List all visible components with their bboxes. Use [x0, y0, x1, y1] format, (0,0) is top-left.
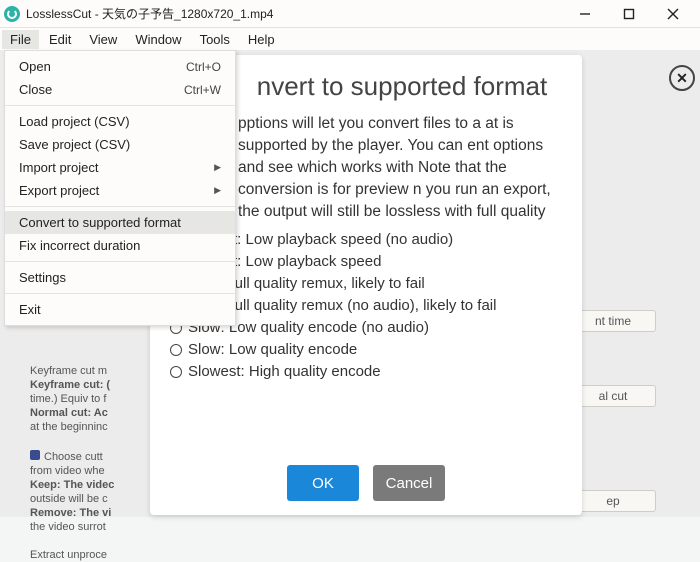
menu-import-project[interactable]: Import project▶	[5, 156, 235, 179]
menu-help[interactable]: Help	[240, 30, 283, 49]
option-slow[interactable]: Slow: Low quality encode	[170, 339, 582, 361]
menu-settings[interactable]: Settings	[5, 266, 235, 289]
bg-text-2: Choose cutt from video whe Keep: The vid…	[30, 450, 150, 562]
minimize-button[interactable]	[570, 4, 600, 24]
option-slowest[interactable]: Slowest: High quality encode	[170, 361, 582, 383]
menu-separator	[5, 105, 235, 106]
menu-fix-duration[interactable]: Fix incorrect duration	[5, 234, 235, 257]
window-controls	[570, 4, 696, 24]
menu-edit[interactable]: Edit	[41, 30, 79, 49]
cancel-button[interactable]: Cancel	[373, 465, 445, 501]
menu-separator	[5, 293, 235, 294]
menu-window[interactable]: Window	[127, 30, 189, 49]
menu-convert-format[interactable]: Convert to supported format	[5, 211, 235, 234]
dialog-close-button[interactable]: ✕	[669, 65, 695, 91]
radio-icon	[170, 344, 182, 356]
menu-separator	[5, 206, 235, 207]
menu-tools[interactable]: Tools	[192, 30, 238, 49]
window-title: LosslessCut - 天気の子予告_1280x720_1.mp4	[26, 5, 570, 22]
chevron-right-icon: ▶	[214, 162, 221, 173]
menu-open[interactable]: OpenCtrl+O	[5, 55, 235, 78]
dialog-buttons: OK Cancel	[150, 465, 582, 501]
close-button[interactable]	[658, 4, 688, 24]
bg-button-time[interactable]: nt time	[570, 310, 656, 332]
bg-button-ep[interactable]: ep	[570, 490, 656, 512]
bg-button-cut[interactable]: al cut	[570, 385, 656, 407]
ok-button[interactable]: OK	[287, 465, 359, 501]
menu-view[interactable]: View	[81, 30, 125, 49]
menu-close[interactable]: CloseCtrl+W	[5, 78, 235, 101]
radio-icon	[170, 366, 182, 378]
menu-export-project[interactable]: Export project▶	[5, 179, 235, 202]
file-dropdown: OpenCtrl+O CloseCtrl+W Load project (CSV…	[4, 50, 236, 326]
menu-exit[interactable]: Exit	[5, 298, 235, 321]
title-bar: LosslessCut - 天気の子予告_1280x720_1.mp4	[0, 0, 700, 28]
chevron-right-icon: ▶	[214, 185, 221, 196]
menu-file[interactable]: File	[2, 30, 39, 49]
bg-text-1: Keyframe cut m Keyframe cut: ( time.) Eq…	[30, 364, 150, 434]
app-icon	[4, 6, 20, 22]
menu-separator	[5, 261, 235, 262]
menu-save-csv[interactable]: Save project (CSV)	[5, 133, 235, 156]
menu-load-csv[interactable]: Load project (CSV)	[5, 110, 235, 133]
maximize-button[interactable]	[614, 4, 644, 24]
menu-bar: File Edit View Window Tools Help	[0, 28, 700, 50]
